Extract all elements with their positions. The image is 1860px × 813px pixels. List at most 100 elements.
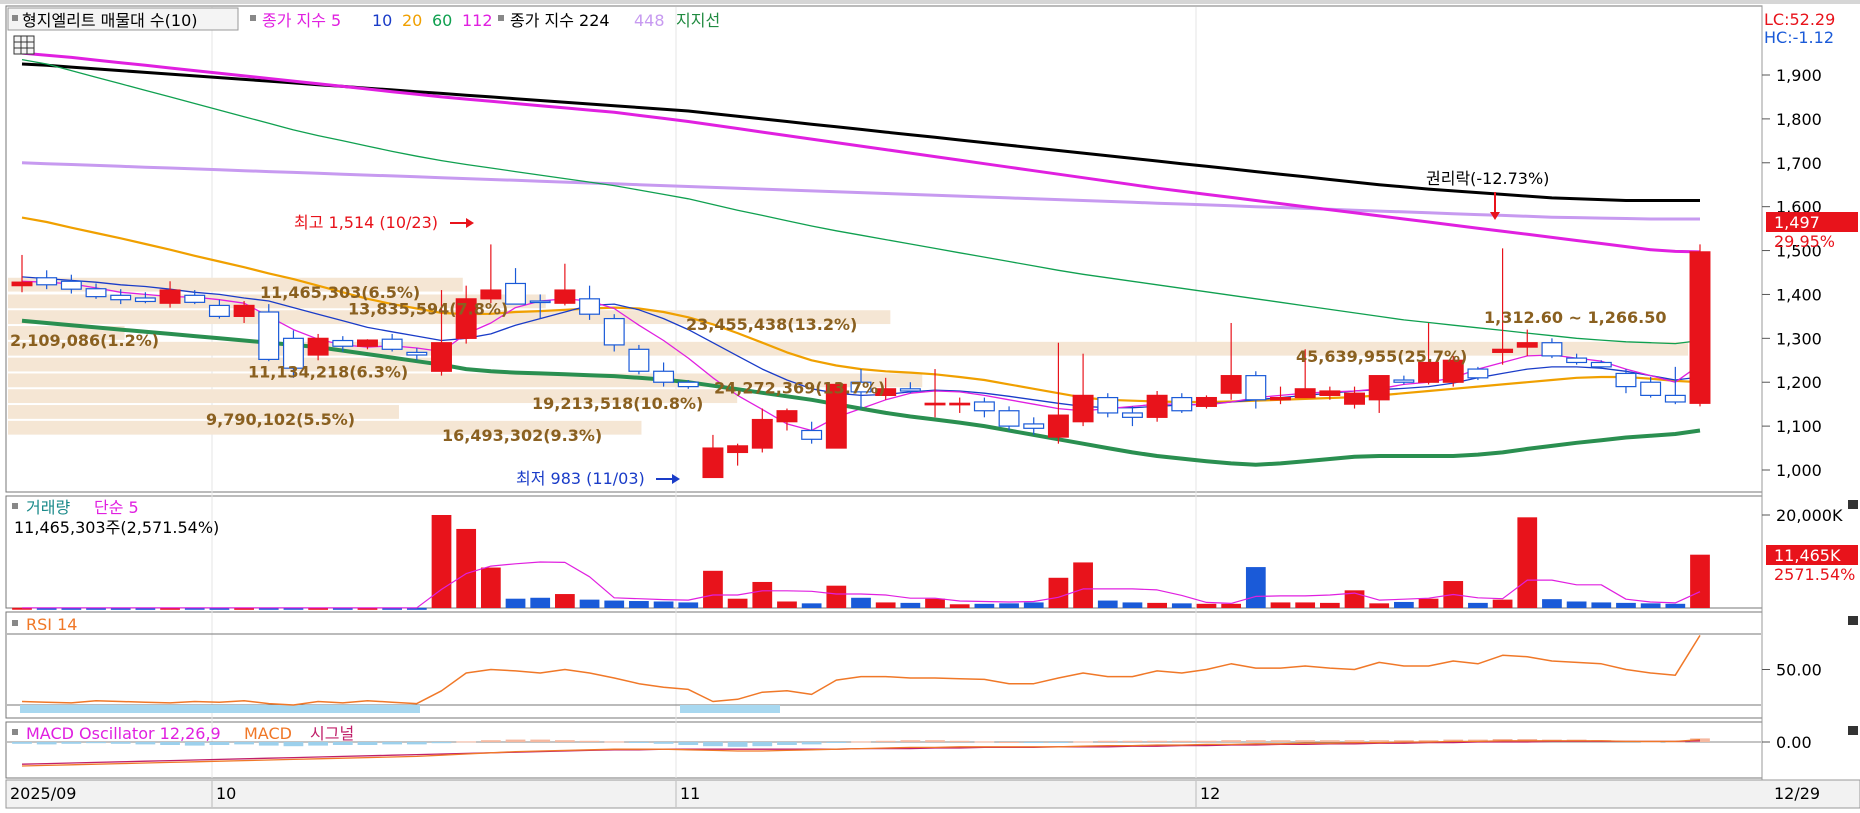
volume-badge: 11,465K bbox=[1774, 546, 1841, 565]
candle-body bbox=[1516, 342, 1538, 348]
x-axis-bar bbox=[5, 779, 1860, 809]
price-tick-label: 1,400 bbox=[1776, 285, 1822, 304]
macd-osc-bar bbox=[1221, 740, 1242, 742]
chart-canvas[interactable]: 11,465,303(6.5%)13,835,594(7.8%)23,455,4… bbox=[0, 0, 1860, 813]
volume-profile-label: 24,272,369(13.7%) bbox=[714, 378, 885, 397]
price-tick-label: 1,700 bbox=[1776, 154, 1822, 173]
volume-bar bbox=[875, 602, 896, 608]
candle-body bbox=[529, 300, 551, 304]
candle-body bbox=[579, 298, 601, 315]
legend-ma20[interactable]: 20 bbox=[402, 11, 422, 30]
close-icon[interactable] bbox=[1848, 726, 1858, 735]
macd-osc-bar bbox=[505, 739, 526, 742]
volume-bar bbox=[1394, 601, 1414, 608]
macd-osc-bar bbox=[1344, 740, 1365, 742]
legend-ma448[interactable]: 448 bbox=[634, 11, 665, 30]
candle-body bbox=[1368, 375, 1390, 401]
legend-ma5[interactable]: 종가 지수 5 bbox=[262, 11, 341, 30]
volume-bar bbox=[1245, 567, 1266, 608]
volume-bar bbox=[1640, 603, 1661, 608]
candle-body bbox=[776, 410, 798, 423]
macd-osc-bar bbox=[1270, 740, 1291, 742]
candle-body bbox=[60, 280, 82, 290]
macd-osc-bar bbox=[826, 742, 847, 743]
candle-body bbox=[1566, 357, 1588, 364]
candle-body bbox=[1541, 342, 1563, 357]
rights-annotation: 권리락(-12.73%) bbox=[1426, 169, 1549, 188]
macd-osc-bar bbox=[1245, 740, 1266, 742]
macd-osc-bar bbox=[1369, 740, 1390, 742]
candle-body bbox=[998, 410, 1020, 427]
candle-body bbox=[1023, 423, 1045, 429]
x-label: 10 bbox=[216, 784, 236, 803]
volume-bar bbox=[1295, 602, 1316, 608]
volume-profile-label: 45,639,955(25.7%) bbox=[1296, 347, 1467, 366]
rsi-title[interactable]: RSI 14 bbox=[26, 615, 77, 634]
legend-volume-profile[interactable]: 형지엘리트 매물대 수(10) bbox=[22, 11, 198, 30]
panel-close-icons bbox=[1848, 500, 1858, 735]
legend-bullet bbox=[250, 15, 256, 21]
volume-title[interactable]: 거래량 bbox=[26, 498, 70, 517]
macd-osc-title[interactable]: MACD Oscillator 12,26,9 bbox=[26, 724, 221, 743]
legend-bullet bbox=[12, 729, 18, 735]
candle-body bbox=[1220, 375, 1242, 394]
candle-body bbox=[1492, 348, 1514, 353]
candle-body bbox=[1590, 361, 1612, 368]
volume-bar bbox=[1122, 602, 1143, 608]
close-icon[interactable] bbox=[1848, 500, 1858, 509]
candle-body bbox=[924, 402, 946, 406]
candle-body bbox=[381, 338, 403, 350]
candle-body bbox=[702, 447, 724, 479]
candle-body bbox=[1664, 394, 1686, 403]
legend-ma10[interactable]: 10 bbox=[372, 11, 392, 30]
macd-tick-label: 0.00 bbox=[1776, 733, 1812, 752]
table-icon[interactable] bbox=[13, 35, 35, 55]
macd-osc-bar bbox=[703, 742, 723, 747]
volume-bar bbox=[949, 604, 970, 608]
candle-body bbox=[603, 317, 625, 346]
lc-value: LC:52.29 bbox=[1764, 10, 1835, 29]
x-label: 2025/09 bbox=[10, 784, 76, 803]
legend-bullet bbox=[12, 503, 18, 509]
volume-profile-label: 16,493,302(9.3%) bbox=[442, 426, 602, 445]
candle-body bbox=[1146, 394, 1168, 418]
legend-ma224[interactable]: 종가 지수 224 bbox=[510, 11, 610, 30]
macd-osc-bar bbox=[629, 742, 649, 743]
macd-osc-bar bbox=[1097, 740, 1118, 742]
volume-ma-label[interactable]: 단순 5 bbox=[94, 498, 139, 517]
macd-osc-bar bbox=[875, 740, 896, 742]
macd-osc-bar bbox=[530, 739, 551, 742]
candle-body bbox=[431, 342, 452, 372]
candle-body bbox=[208, 304, 230, 317]
volume-bar bbox=[1566, 601, 1587, 608]
volume-bar bbox=[1542, 599, 1562, 608]
title-bar bbox=[0, 0, 1860, 4]
legend-support[interactable]: 지지선 bbox=[676, 11, 720, 30]
close-icon[interactable] bbox=[1848, 616, 1858, 625]
volume-bar bbox=[1690, 554, 1710, 608]
candle-body bbox=[677, 381, 699, 388]
macd-osc-bar bbox=[555, 740, 575, 742]
volume-bar bbox=[1616, 602, 1636, 608]
candle-body bbox=[1072, 394, 1094, 423]
macd-title[interactable]: MACD bbox=[244, 724, 292, 743]
legend-ma60[interactable]: 60 bbox=[432, 11, 452, 30]
macd-osc-bar bbox=[925, 740, 945, 742]
legend-ma112[interactable]: 112 bbox=[462, 11, 493, 30]
signal-title[interactable]: 시그널 bbox=[310, 724, 354, 743]
candle-body bbox=[1640, 381, 1662, 396]
volume-bar bbox=[727, 598, 748, 608]
volume-bar bbox=[1517, 517, 1538, 608]
price-tick-label: 1,200 bbox=[1776, 373, 1822, 392]
rsi-oversold-fill bbox=[20, 705, 420, 713]
candle-body bbox=[159, 289, 181, 304]
candle-body bbox=[801, 429, 823, 440]
volume-tick-label: 20,000K bbox=[1776, 506, 1843, 525]
candle-body bbox=[307, 337, 329, 356]
volume-bar bbox=[629, 601, 649, 608]
price-range-annotation: 1,312.60 ~ 1,266.50 bbox=[1484, 308, 1666, 327]
volume-profile-label: 13,835,594(7.8%) bbox=[348, 299, 508, 318]
macd-osc-bar bbox=[604, 741, 625, 743]
macd-osc-bar bbox=[431, 742, 452, 744]
macd-osc-bar bbox=[1147, 740, 1167, 742]
